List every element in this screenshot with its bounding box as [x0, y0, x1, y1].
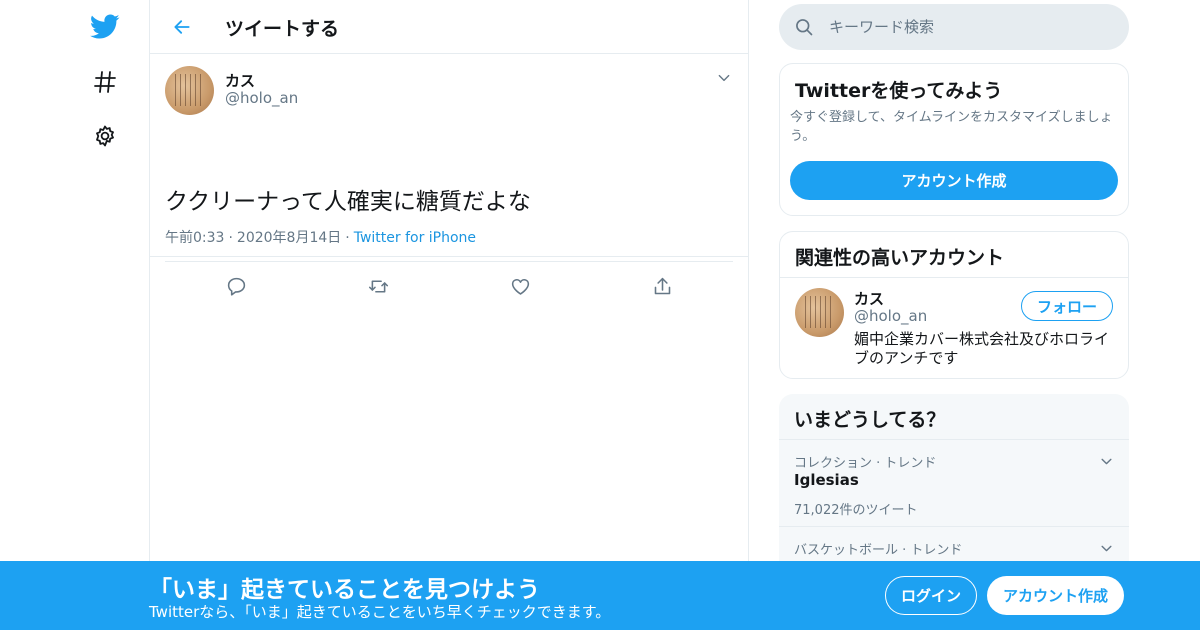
tweet: カス @holo_an ククリーナって人確実に糖質だよな 午前0:33 · 2020…: [150, 54, 748, 296]
banner-create-account-button[interactable]: アカウント作成: [987, 576, 1124, 615]
retweet-button[interactable]: [363, 272, 393, 300]
login-button[interactable]: ログイン: [885, 576, 977, 615]
twitter-logo-icon[interactable]: [86, 8, 124, 46]
tweet-author-handle[interactable]: @holo_an: [225, 89, 298, 107]
gear-icon[interactable]: [86, 117, 124, 155]
main-column: ツイートする カス @holo_an ククリーナって人確実に糖質だよな 午前0:…: [149, 0, 749, 630]
share-icon: [654, 277, 670, 294]
related-title: 関連性の高いアカウント: [795, 247, 1005, 269]
like-button[interactable]: [505, 272, 535, 300]
trend-category: バスケットボール · トレンド: [794, 543, 963, 558]
chevron-down-icon[interactable]: [1097, 539, 1115, 557]
search-icon: [796, 19, 813, 36]
reply-button[interactable]: [221, 272, 251, 300]
trends-title: いまどうしてる？: [794, 409, 946, 431]
banner-title: 「いま」起きていることを見つけよう: [149, 577, 540, 603]
avatar[interactable]: [165, 66, 214, 115]
banner-subtitle: Twitterなら、「いま」起きていることをいち早くチェックできます。: [149, 603, 611, 621]
trend-count: 71,022件のツイート: [794, 503, 918, 518]
tweet-time[interactable]: 午前0:33: [165, 230, 224, 246]
share-button[interactable]: [647, 272, 677, 300]
follow-button[interactable]: フォロー: [1021, 291, 1113, 321]
tweet-author-name[interactable]: カス: [225, 70, 255, 91]
page-header: ツイートする: [150, 0, 748, 54]
tweet-meta: 午前0:33 · 2020年8月14日 · Twitter for iPhone: [165, 230, 477, 246]
trend-name: Iglesias: [794, 471, 859, 489]
left-nav: [0, 0, 150, 630]
hashtag-icon[interactable]: [86, 63, 124, 101]
retweet-icon: [368, 279, 388, 293]
search-box: [779, 4, 1129, 50]
related-accounts-card: 関連性の高いアカウント カス @holo_an フォロー 媚中企業カバー株式会社…: [779, 231, 1129, 379]
related-account-bio: 媚中企業カバー株式会社及びホロライブのアンチです: [854, 330, 1110, 367]
create-account-button[interactable]: アカウント作成: [790, 161, 1118, 200]
back-button[interactable]: [166, 11, 198, 43]
reply-icon: [227, 277, 245, 296]
related-account-handle[interactable]: @holo_an: [854, 307, 927, 325]
trend-category: コレクション · トレンド: [794, 456, 937, 471]
signup-banner: 「いま」起きていることを見つけよう Twitterなら、「いま」起きていることを…: [0, 561, 1200, 630]
chevron-down-icon[interactable]: [1097, 452, 1115, 470]
tweet-date[interactable]: 2020年8月14日: [237, 230, 341, 246]
signup-description: 今すぐ登録して、タイムラインをカスタマイズしましょう。: [790, 110, 1113, 144]
tweet-text: ククリーナって人確実に糖質だよな: [165, 189, 531, 215]
signup-title: Twitterを使ってみよう: [795, 80, 1003, 102]
arrow-left-icon: [174, 20, 190, 34]
chevron-down-icon: [718, 74, 730, 82]
signup-card: Twitterを使ってみよう 今すぐ登録して、タイムラインをカスタマイズしましょ…: [779, 63, 1129, 216]
tweet-actions: [165, 262, 733, 310]
avatar[interactable]: [795, 288, 844, 337]
like-icon: [511, 278, 529, 295]
divider: [780, 277, 1128, 278]
tweet-menu-button[interactable]: [714, 68, 734, 88]
page-title: ツイートする: [225, 18, 340, 40]
related-account-name[interactable]: カス: [854, 288, 884, 309]
search-input[interactable]: [829, 4, 1109, 50]
tweet-source-link[interactable]: Twitter for iPhone: [354, 230, 476, 246]
trend-item[interactable]: コレクション · トレンド Iglesias 71,022件のツイート: [779, 440, 1129, 527]
